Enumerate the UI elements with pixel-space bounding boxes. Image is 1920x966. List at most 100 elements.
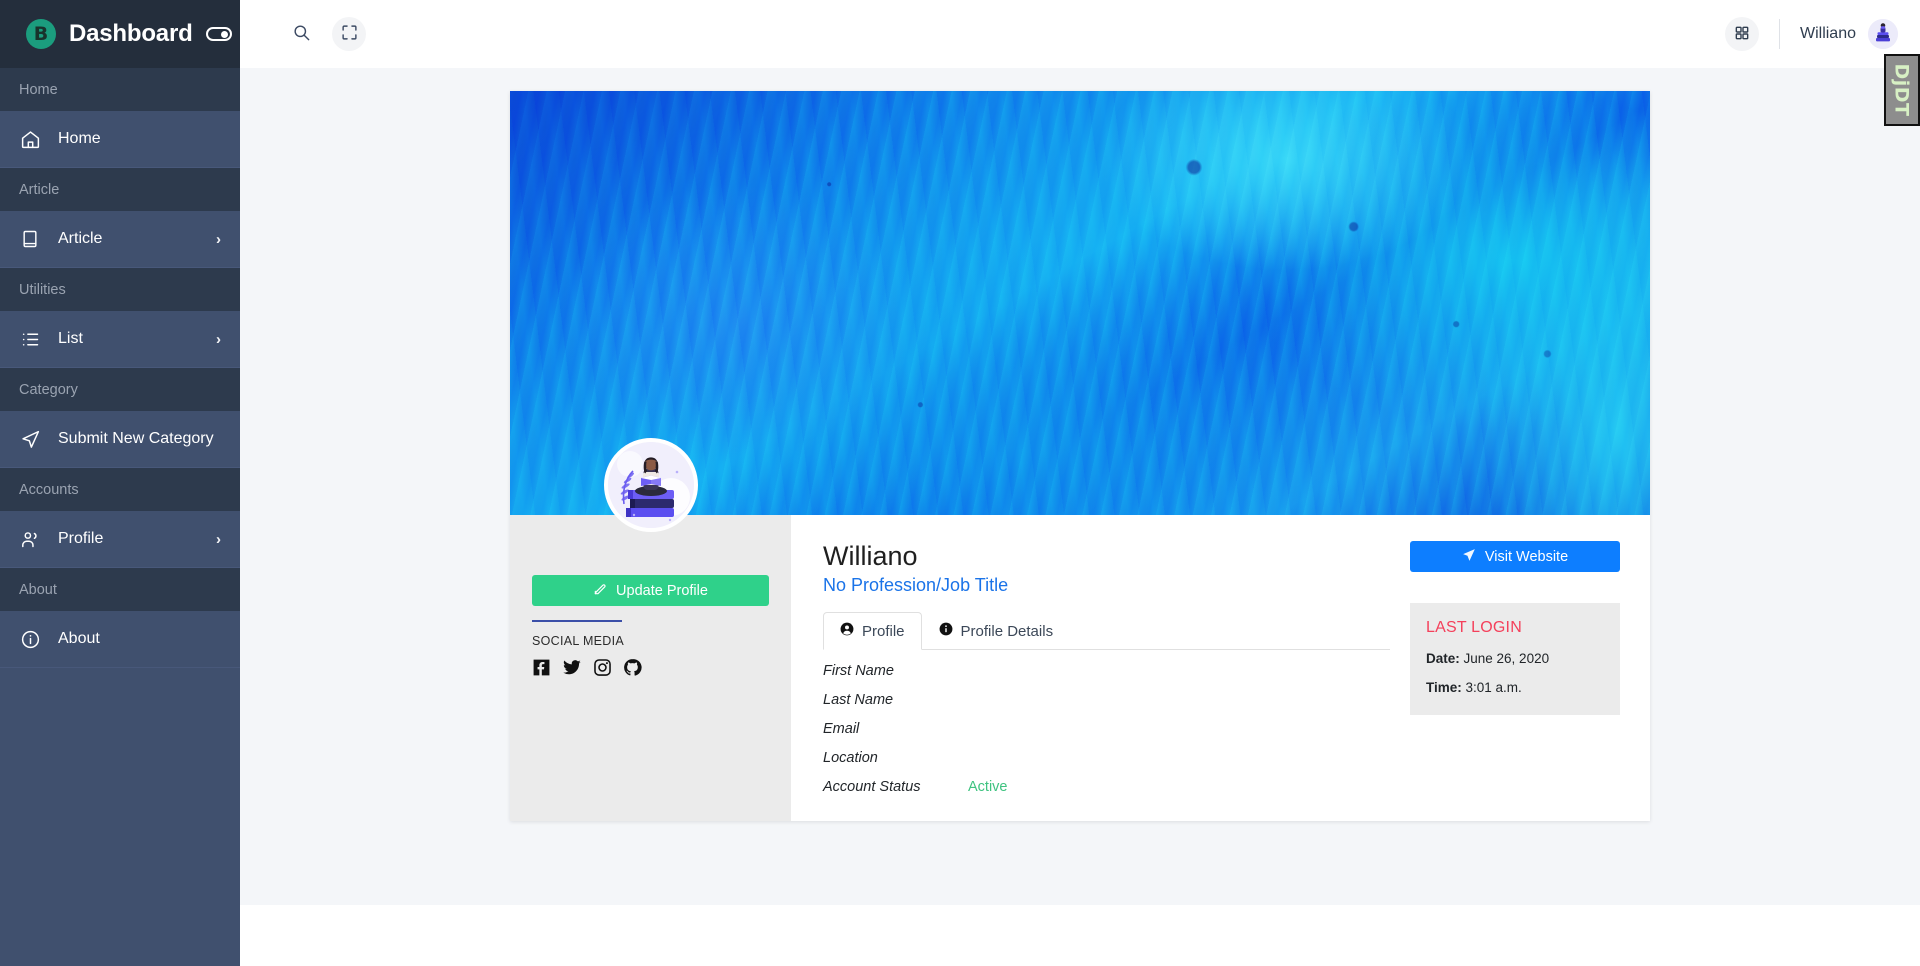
chevron-right-icon: › (216, 530, 221, 548)
chevron-right-icon: › (216, 230, 221, 248)
sidebar-section-home: Home (0, 68, 240, 111)
sidebar-section-accounts: Accounts (0, 468, 240, 511)
topbar-left-actions (284, 17, 366, 51)
chevron-right-icon: › (216, 330, 221, 348)
main-area: Williano Update Profile SOCIAL MEDIA Wil… (240, 0, 1920, 966)
sidebar-item-label: Profile (58, 530, 104, 547)
tab-profile[interactable]: Profile (823, 612, 922, 651)
paper-plane-icon (1462, 548, 1476, 566)
sidebar-section-utilities: Utilities (0, 268, 240, 311)
apps-grid-button[interactable] (1724, 17, 1759, 51)
field-label: Email (823, 721, 860, 738)
brand-title: Dashboard (69, 20, 193, 47)
facebook-icon[interactable] (532, 658, 551, 682)
profile-details-column: Williano No Profession/Job Title Profile (823, 541, 1410, 795)
field-first-name: First Name (823, 663, 1390, 679)
sidebar: B Dashboard Home Home Article Article › … (0, 0, 240, 966)
avatar[interactable] (1868, 19, 1898, 49)
last-login-panel: LAST LOGIN Date: June 26, 2020 Time: 3:0… (1410, 603, 1620, 715)
twitter-icon[interactable] (562, 658, 582, 682)
sidebar-section-about: About (0, 568, 240, 611)
sidebar-section-article: Article (0, 168, 240, 211)
last-login-date-label: Date: (1426, 651, 1460, 666)
woman-reading-on-books-illustration (607, 442, 694, 528)
sidebar-item-label: Submit New Category (58, 430, 214, 447)
sidebar-item-list[interactable]: List › (0, 311, 240, 368)
topbar: Williano (240, 0, 1920, 68)
brand-logo-icon: B (26, 19, 56, 49)
field-label: First Name (823, 663, 894, 680)
profile-left-panel: Update Profile SOCIAL MEDIA (510, 438, 791, 822)
sidebar-brand[interactable]: B Dashboard (0, 0, 240, 68)
django-debug-toolbar-label: DjDT (1891, 63, 1913, 117)
grid-apps-icon (1734, 25, 1750, 44)
paper-plane-icon (19, 428, 41, 450)
page-footer-strip (240, 905, 1920, 966)
field-label: Location (823, 750, 878, 767)
content-container: Update Profile SOCIAL MEDIA Williano No … (510, 91, 1650, 822)
update-profile-label: Update Profile (616, 582, 708, 599)
sidebar-item-about[interactable]: About (0, 611, 240, 668)
visit-website-button[interactable]: Visit Website (1410, 541, 1620, 572)
sidebar-item-home[interactable]: Home (0, 111, 240, 168)
last-login-time-label: Time: (1426, 680, 1462, 695)
github-icon[interactable] (623, 658, 642, 682)
page-content: Update Profile SOCIAL MEDIA Williano No … (240, 68, 1920, 905)
profile-job-title: No Profession/Job Title (823, 575, 1009, 596)
user-circle-icon (840, 622, 854, 640)
field-last-name: Last Name (823, 692, 1390, 708)
sidebar-item-label: Article (58, 230, 103, 247)
topbar-user-name[interactable]: Williano (1800, 25, 1856, 43)
last-login-time-value: 3:01 a.m. (1461, 680, 1522, 695)
last-login-time-row: Time: 3:01 a.m. (1426, 680, 1604, 695)
django-debug-toolbar-handle[interactable]: DjDT (1884, 54, 1920, 126)
users-icon (19, 528, 41, 550)
search-button[interactable] (284, 17, 318, 51)
social-media-heading: SOCIAL MEDIA (532, 634, 625, 648)
field-location: Location (823, 750, 1390, 766)
profile-avatar[interactable] (603, 438, 698, 532)
field-label: Account Status (823, 779, 921, 796)
profile-aside-column: Visit Website LAST LOGIN Date: June 26, … (1410, 541, 1620, 795)
sidebar-item-label: About (58, 630, 100, 647)
list-icon (19, 328, 41, 350)
topbar-divider (1778, 19, 1780, 49)
home-icon (19, 128, 41, 150)
field-account-status: Account Status Active (823, 779, 1390, 795)
sidebar-section-category: Category (0, 368, 240, 411)
topbar-right-actions: Williano (1724, 17, 1898, 51)
profile-right-panel: Williano No Profession/Job Title Profile (791, 515, 1650, 821)
tab-profile-details[interactable]: Profile Details (922, 612, 1071, 650)
field-label: Last Name (823, 692, 894, 709)
page-title: Williano (823, 541, 918, 571)
last-login-date-value: June 26, 2020 (1459, 651, 1550, 666)
edit-pencil-icon (593, 582, 607, 600)
visit-website-label: Visit Website (1484, 548, 1569, 565)
app-root: B Dashboard Home Home Article Article › … (0, 0, 1920, 966)
sidebar-collapse-toggle-icon[interactable] (205, 27, 232, 41)
instagram-icon[interactable] (593, 658, 612, 682)
last-login-date-row: Date: June 26, 2020 (1426, 651, 1604, 666)
info-circle-icon (19, 628, 41, 650)
field-email: Email (823, 721, 1390, 737)
tab-profile-label: Profile (862, 622, 905, 640)
last-login-title: LAST LOGIN (1426, 619, 1522, 636)
sidebar-item-article[interactable]: Article › (0, 211, 240, 268)
sidebar-item-label: List (58, 330, 83, 347)
info-circle-icon (939, 622, 953, 640)
profile-card: Update Profile SOCIAL MEDIA Williano No … (510, 91, 1650, 822)
social-media-links (532, 658, 769, 682)
profile-tabs: Profile Profile Details (823, 612, 1390, 651)
update-profile-button[interactable]: Update Profile (532, 575, 769, 606)
social-divider (532, 620, 622, 622)
user-avatar-illustration (1868, 19, 1898, 49)
search-icon (292, 23, 311, 45)
tab-profile-details-label: Profile Details (960, 622, 1054, 640)
status-badge: Active (968, 779, 1008, 796)
sidebar-item-submit-new-category[interactable]: Submit New Category (0, 411, 240, 468)
book-icon (19, 228, 41, 250)
fullscreen-icon (341, 24, 358, 44)
profile-card-body: Update Profile SOCIAL MEDIA Williano No … (510, 438, 1650, 822)
fullscreen-button[interactable] (332, 17, 366, 51)
sidebar-item-profile[interactable]: Profile › (0, 511, 240, 568)
